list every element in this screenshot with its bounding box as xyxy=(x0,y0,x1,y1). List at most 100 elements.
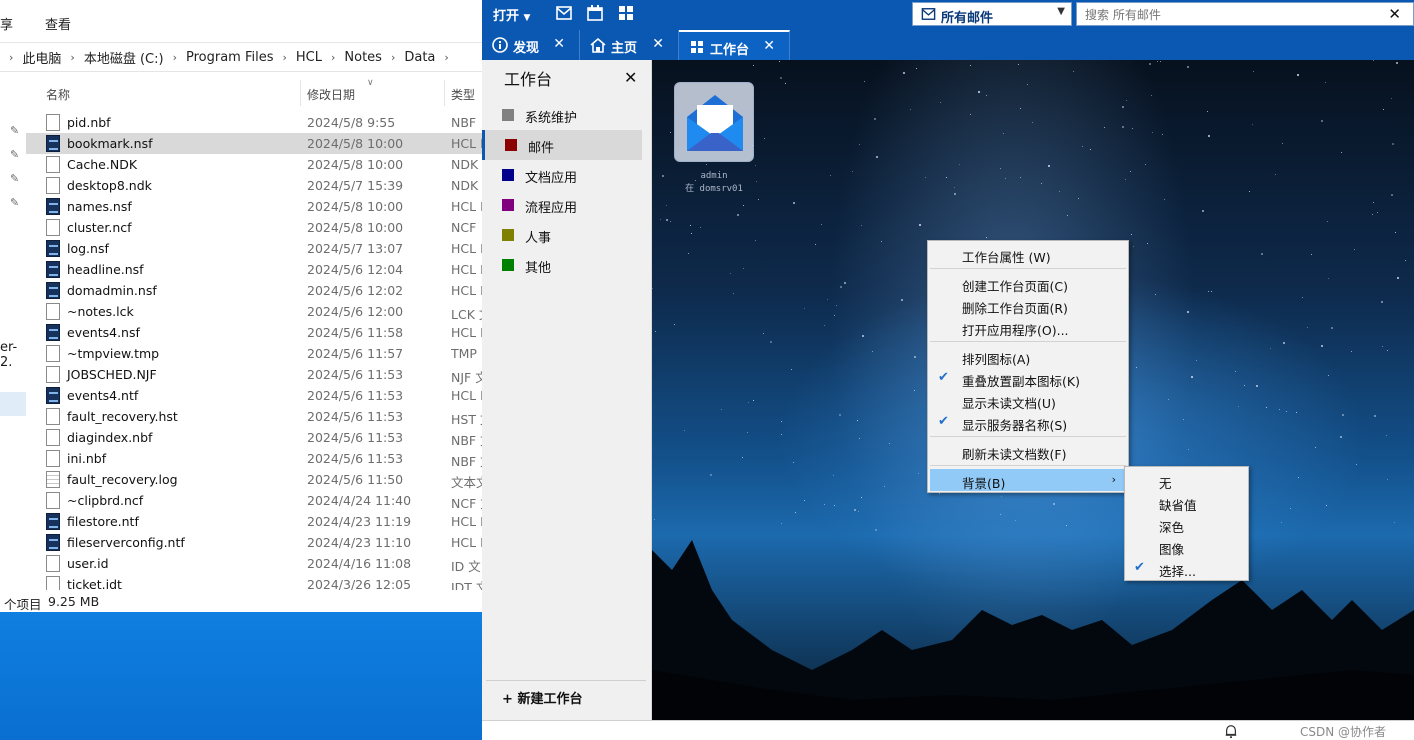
star xyxy=(780,77,782,79)
file-row[interactable]: events4.ntf 2024/5/6 11:53 HCL N xyxy=(26,385,482,406)
submenu-item-dark[interactable]: 深色 xyxy=(1127,513,1246,535)
close-icon[interactable]: ✕ xyxy=(624,68,637,87)
file-row[interactable]: headline.nsf 2024/5/6 12:04 HCL N xyxy=(26,259,482,280)
category-docs[interactable]: 文档应用 xyxy=(482,160,642,190)
menu-item-background[interactable]: 背景(B) › xyxy=(930,469,1126,491)
nav-item-selected[interactable] xyxy=(0,392,26,416)
star xyxy=(700,227,701,228)
column-type[interactable]: 类型 xyxy=(451,86,475,103)
file-row[interactable]: Cache.NDK 2024/5/8 10:00 NDK xyxy=(26,154,482,175)
file-row[interactable]: ~notes.lck 2024/5/6 12:00 LCK 文 xyxy=(26,301,482,322)
star xyxy=(1298,477,1299,478)
file-row[interactable]: fault_recovery.hst 2024/5/6 11:53 HST 文 xyxy=(26,406,482,427)
mail-database-icon[interactable] xyxy=(674,82,754,162)
star xyxy=(914,390,915,391)
menu-item-delete-page[interactable]: 删除工作台页面(R) xyxy=(930,294,1126,316)
search-input[interactable] xyxy=(1085,6,1375,23)
menu-item-workspace-properties[interactable]: 工作台属性 (W) xyxy=(930,243,1126,265)
file-row[interactable]: desktop8.ndk 2024/5/7 15:39 NDK xyxy=(26,175,482,196)
file-row[interactable]: fileserverconfig.ntf 2024/4/23 11:10 HCL N xyxy=(26,532,482,553)
menu-item-show-server-names[interactable]: ✔ 显示服务器名称(S) xyxy=(930,411,1126,433)
tab-discover[interactable]: 发现 ✕ xyxy=(482,30,580,60)
mail-icon[interactable] xyxy=(556,5,572,21)
file-row[interactable]: fault_recovery.log 2024/5/6 11:50 文本文 xyxy=(26,469,482,490)
category-mail[interactable]: 邮件 xyxy=(482,130,642,160)
file-row[interactable]: JOBSCHED.NJF 2024/5/6 11:53 NJF 文 xyxy=(26,364,482,385)
star xyxy=(654,519,655,520)
pin-icon[interactable]: ✎ xyxy=(10,196,22,209)
menu-item-open-application[interactable]: 打开应用程序(O)... xyxy=(930,316,1126,338)
column-name[interactable]: 名称 xyxy=(46,86,70,103)
category-hr[interactable]: 人事 xyxy=(482,220,642,250)
file-row[interactable]: bookmark.nsf 2024/5/8 10:00 HCL N xyxy=(26,133,482,154)
bell-icon[interactable] xyxy=(1224,724,1238,738)
menu-item-label: 打开应用程序(O)... xyxy=(962,323,1069,338)
star xyxy=(1187,66,1189,68)
breadcrumb-hcl[interactable]: HCL xyxy=(294,50,324,65)
file-row[interactable]: log.nsf 2024/5/7 13:07 HCL N xyxy=(26,238,482,259)
star xyxy=(1122,106,1124,108)
breadcrumb-data[interactable]: Data xyxy=(402,50,437,65)
star xyxy=(836,305,837,306)
file-row[interactable]: user.id 2024/4/16 11:08 ID 文 xyxy=(26,553,482,574)
star xyxy=(1325,82,1326,83)
tab-label: 主页 xyxy=(611,41,638,56)
file-row[interactable]: events4.nsf 2024/5/6 11:58 HCL N xyxy=(26,322,482,343)
ribbon-tab-share[interactable]: 享 xyxy=(0,14,13,33)
category-workflow[interactable]: 流程应用 xyxy=(482,190,642,220)
column-divider[interactable] xyxy=(444,80,445,106)
file-row[interactable]: diagindex.nbf 2024/5/6 11:53 NBF 文 xyxy=(26,427,482,448)
search-box[interactable]: ✕ xyxy=(1076,2,1414,26)
menu-item-refresh-unread[interactable]: 刷新未读文档数(F) xyxy=(930,440,1126,462)
file-row[interactable]: ticket.idt 2024/3/26 12:05 IDT 文 xyxy=(26,574,482,590)
menu-item-show-unread[interactable]: 显示未读文档(U) xyxy=(930,389,1126,411)
file-row[interactable]: pid.nbf 2024/5/8 9:55 NBF xyxy=(26,112,482,133)
file-row[interactable]: ~clipbrd.ncf 2024/4/24 11:40 NCF 文 xyxy=(26,490,482,511)
pin-icon[interactable]: ✎ xyxy=(10,148,22,161)
pin-icon[interactable]: ✎ xyxy=(10,124,22,137)
star xyxy=(793,462,794,463)
column-divider[interactable] xyxy=(300,80,301,106)
calendar-icon[interactable] xyxy=(587,5,603,21)
close-icon[interactable]: ✕ xyxy=(553,36,565,52)
file-row[interactable]: names.nsf 2024/5/8 10:00 HCL N xyxy=(26,196,482,217)
breadcrumb-program-files[interactable]: Program Files xyxy=(184,50,276,65)
mail-scope-select[interactable]: 所有邮件 ▼ xyxy=(912,2,1072,26)
file-row[interactable]: ini.nbf 2024/5/6 11:53 NBF 文 xyxy=(26,448,482,469)
submenu-item-choose[interactable]: ✔ 选择... xyxy=(1127,557,1246,579)
new-workspace-button[interactable]: + 新建工作台 xyxy=(502,688,582,707)
notes-database-icon xyxy=(46,198,60,215)
file-row[interactable]: cluster.ncf 2024/5/8 10:00 NCF xyxy=(26,217,482,238)
category-system[interactable]: 系统维护 xyxy=(482,100,642,130)
close-icon[interactable]: ✕ xyxy=(1388,5,1401,23)
file-explorer-window: 享 查看 › 此电脑 › 本地磁盘 (C:) › Program Files ›… xyxy=(0,0,482,612)
close-icon[interactable]: ✕ xyxy=(763,38,775,54)
breadcrumb-this-pc[interactable]: 此电脑 xyxy=(20,48,63,67)
file-row[interactable]: ~tmpview.tmp 2024/5/6 11:57 TMP xyxy=(26,343,482,364)
submenu-item-default[interactable]: 缺省值 xyxy=(1127,491,1246,513)
nav-item-truncated[interactable]: er-2. xyxy=(0,340,26,370)
star xyxy=(970,65,971,66)
open-button[interactable]: 打开 ▼ xyxy=(493,5,530,24)
pin-icon[interactable]: ✎ xyxy=(10,172,22,185)
menu-item-stack-replica-icons[interactable]: ✔ 重叠放置副本图标(K) xyxy=(930,367,1126,389)
submenu-item-image[interactable]: 图像 xyxy=(1127,535,1246,557)
close-icon[interactable]: ✕ xyxy=(652,36,664,52)
star xyxy=(925,177,926,178)
workspace-grid-icon[interactable] xyxy=(618,5,634,21)
submenu-item-none[interactable]: 无 xyxy=(1127,469,1246,491)
star xyxy=(824,504,825,505)
breadcrumb[interactable]: › 此电脑 › 本地磁盘 (C:) › Program Files › HCL … xyxy=(0,42,482,72)
tab-workspace[interactable]: 工作台 ✕ xyxy=(679,30,790,60)
file-row[interactable]: domadmin.nsf 2024/5/6 12:02 HCL N xyxy=(26,280,482,301)
tab-home[interactable]: 主页 ✕ xyxy=(580,30,679,60)
menu-item-arrange-icons[interactable]: 排列图标(A) xyxy=(930,345,1126,367)
ribbon-tab-view[interactable]: 查看 xyxy=(45,14,71,33)
column-date[interactable]: 修改日期 xyxy=(307,86,355,103)
menu-item-create-page[interactable]: 创建工作台页面(C) xyxy=(930,272,1126,294)
category-other[interactable]: 其他 xyxy=(482,250,642,280)
breadcrumb-local-disk[interactable]: 本地磁盘 (C:) xyxy=(82,48,166,67)
file-row[interactable]: filestore.ntf 2024/4/23 11:19 HCL N xyxy=(26,511,482,532)
star xyxy=(1000,514,1001,515)
breadcrumb-notes[interactable]: Notes xyxy=(342,50,384,65)
